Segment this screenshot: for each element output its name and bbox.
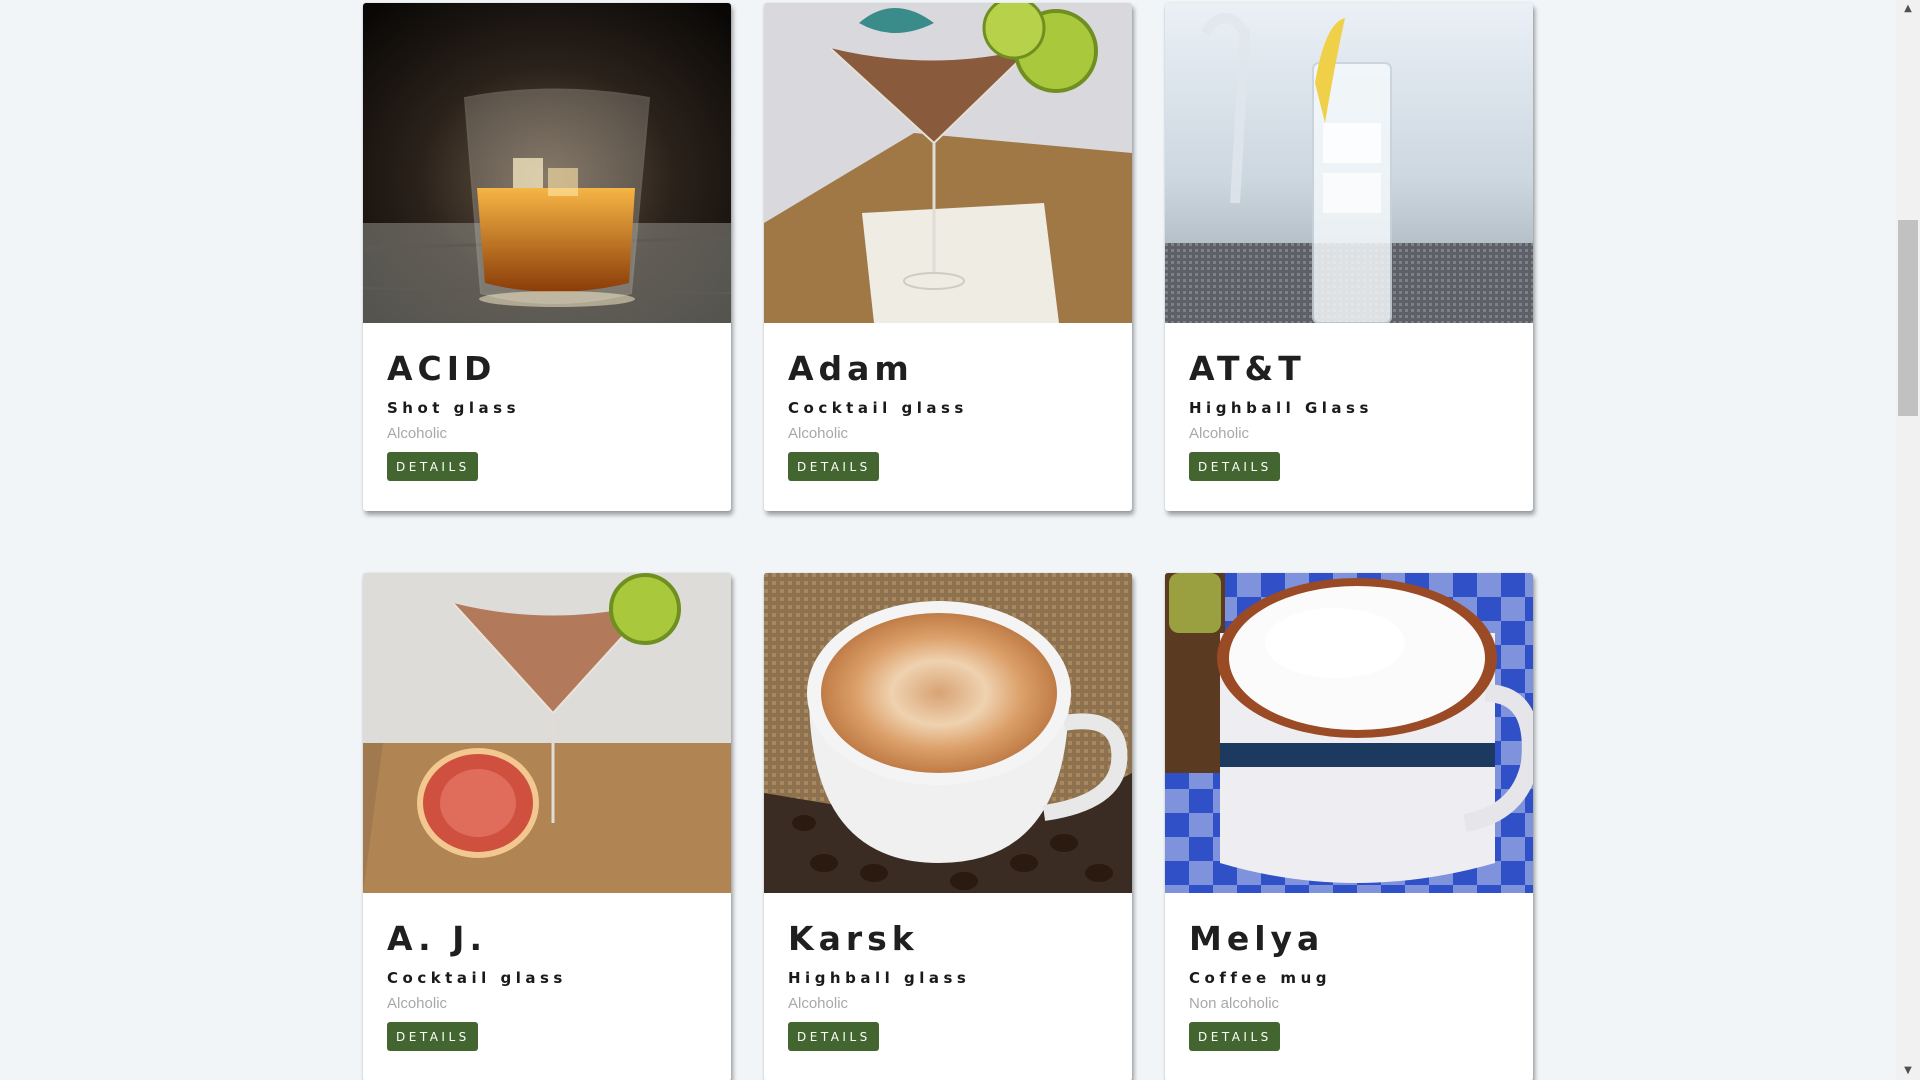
drink-card: Karsk Highball glass Alcoholic DETAILS <box>764 573 1132 1080</box>
details-button[interactable]: DETAILS <box>1189 452 1280 481</box>
details-button[interactable]: DETAILS <box>387 1022 478 1051</box>
whiskey-photo <box>363 3 731 323</box>
drink-image <box>363 3 731 323</box>
drink-glass: Highball Glass <box>1189 399 1373 417</box>
drink-alcoholic: Alcoholic <box>788 425 849 442</box>
drink-name: Karsk <box>788 919 919 958</box>
drink-card: A. J. Cocktail glass Alcoholic DETAILS <box>363 573 731 1080</box>
drink-name: ACID <box>387 349 497 388</box>
drink-image <box>764 573 1132 893</box>
scrollbar-thumb[interactable] <box>1898 220 1918 416</box>
drink-name: A. J. <box>387 919 487 958</box>
highball-photo <box>1165 3 1533 323</box>
drink-glass: Highball glass <box>788 969 971 987</box>
drink-alcoholic: Alcoholic <box>1189 425 1250 442</box>
drink-glass: Coffee mug <box>1189 969 1331 987</box>
drink-card: Adam Cocktail glass Alcoholic DETAILS <box>764 3 1132 511</box>
details-button[interactable]: DETAILS <box>788 452 879 481</box>
details-button[interactable]: DETAILS <box>788 1022 879 1051</box>
drink-glass: Shot glass <box>387 399 521 417</box>
drink-image <box>363 573 731 893</box>
drink-glass: Cocktail glass <box>387 969 567 987</box>
coffee-cup-photo <box>764 573 1132 893</box>
drink-card: ACID Shot glass Alcoholic DETAILS <box>363 3 731 511</box>
drink-name: Melya <box>1189 919 1325 958</box>
triangle-down-icon[interactable]: ▼ <box>1896 1062 1920 1080</box>
triangle-up-icon[interactable]: ▲ <box>1896 0 1920 18</box>
drink-card: AT&T Highball Glass Alcoholic DETAILS <box>1165 3 1533 511</box>
drink-alcoholic: Non alcoholic <box>1189 995 1280 1012</box>
drinks-grid: ACID Shot glass Alcoholic DETAILS Adam C… <box>363 3 1533 1080</box>
drink-image <box>1165 3 1533 323</box>
vertical-scrollbar[interactable]: ▲ ▼ <box>1896 0 1920 1080</box>
drink-alcoholic: Alcoholic <box>788 995 849 1012</box>
drinks-page: ACID Shot glass Alcoholic DETAILS Adam C… <box>0 0 1920 1080</box>
grapefruit-cocktail-photo <box>363 573 731 893</box>
details-button[interactable]: DETAILS <box>387 452 478 481</box>
drink-card: Melya Coffee mug Non alcoholic DETAILS <box>1165 573 1533 1080</box>
details-button[interactable]: DETAILS <box>1189 1022 1280 1051</box>
drink-image <box>1165 573 1533 893</box>
drink-alcoholic: Alcoholic <box>387 425 448 442</box>
drink-name: AT&T <box>1189 349 1306 388</box>
drink-glass: Cocktail glass <box>788 399 968 417</box>
drink-name: Adam <box>788 349 914 388</box>
martini-photo <box>764 3 1132 323</box>
cappuccino-mug-photo <box>1165 573 1533 893</box>
drink-alcoholic: Alcoholic <box>387 995 448 1012</box>
drink-image <box>764 3 1132 323</box>
